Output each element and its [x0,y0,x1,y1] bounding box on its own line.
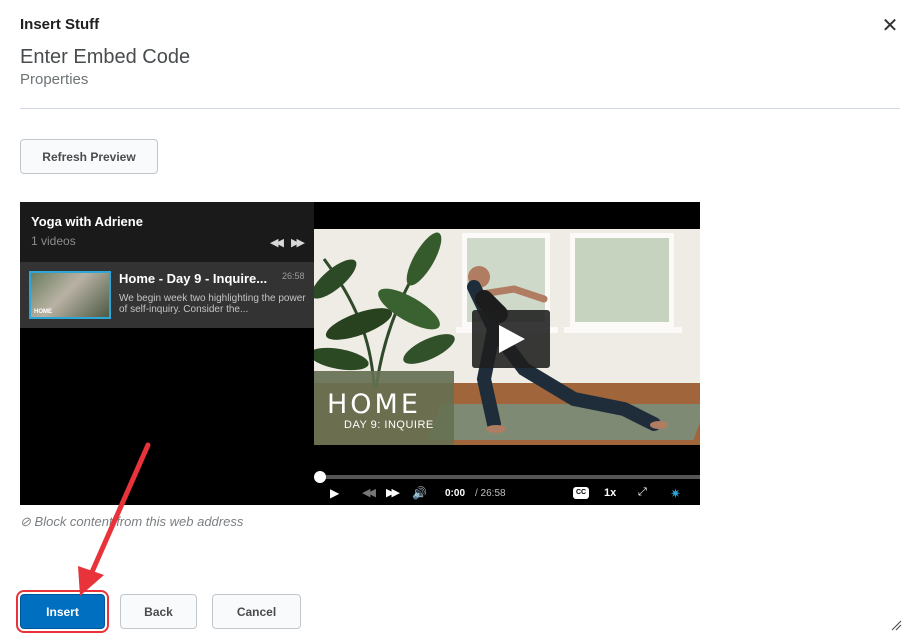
playlist-channel-name: Yoga with Adriene [31,214,143,229]
playlist-previous-icon[interactable]: ◀◀ [270,236,284,249]
closed-captions-icon[interactable]: CC [573,487,589,499]
play-icon [499,325,525,353]
previous-icon[interactable]: ◀◀ [362,486,376,499]
playlist-header: Yoga with Adriene 1 videos ◀◀ ▶▶ [20,202,314,262]
block-content-link[interactable]: ⊘ Block content from this web address [20,514,243,530]
video-frame[interactable]: HOME DAY 9: INQUIRE [314,229,700,445]
back-button[interactable]: Back [120,594,197,629]
video-thumbnail: HOME [29,271,111,319]
next-icon[interactable]: ▶▶ [386,486,400,499]
play-button[interactable] [472,310,550,368]
total-duration: / 26:58 [475,488,506,499]
progress-handle[interactable] [314,471,326,483]
video-overlay-subtitle: DAY 9: INQUIRE [344,419,434,431]
playlist-item-description: We begin week two highlighting the power… [119,293,306,315]
resize-handle-icon[interactable] [890,619,902,631]
header-divider [20,108,900,109]
video-scene-plant [314,232,455,389]
page-subtitle: Properties [20,71,89,88]
dialog-title: Insert Stuff [20,16,100,33]
play-icon[interactable]: ▶ [330,486,339,500]
close-icon[interactable]: ✕ [880,16,900,36]
fullscreen-icon[interactable]: ⤢ [638,486,647,499]
playlist-item[interactable]: HOME Home - Day 9 - Inquire... 26:58 We … [20,262,314,328]
playlist-item-duration: 26:58 [282,271,305,281]
playlist-next-icon[interactable]: ▶▶ [291,236,305,249]
video-overlay-title: HOME [327,389,421,420]
block-icon: ⊘ [20,514,31,529]
refresh-preview-button[interactable]: Refresh Preview [20,139,158,174]
volume-icon[interactable]: 🔊 [412,486,427,500]
progress-bar[interactable] [320,475,700,479]
cancel-button[interactable]: Cancel [212,594,301,629]
insert-button[interactable]: Insert [16,590,109,633]
player-controls: ▶ ◀◀ ▶▶ 🔊 0:00 / 26:58 CC 1x ⤢ ✷ [314,483,700,505]
playlist-panel: Yoga with Adriene 1 videos ◀◀ ▶▶ HOME Ho… [20,202,314,505]
playlist-item-title: Home - Day 9 - Inquire... [119,271,268,286]
thumbnail-label: HOME [34,309,52,315]
current-time: 0:00 [445,488,466,499]
playlist-video-count: 1 videos [31,234,76,248]
block-content-label: Block content from this web address [34,514,244,529]
player-logo-icon[interactable]: ✷ [670,486,681,502]
insert-stuff-dialog: Insert Stuff ✕ Enter Embed Code Properti… [0,0,914,643]
playback-speed[interactable]: 1x [604,487,616,499]
page-title: Enter Embed Code [20,46,191,68]
embed-preview-player: Yoga with Adriene 1 videos ◀◀ ▶▶ HOME Ho… [20,202,700,505]
